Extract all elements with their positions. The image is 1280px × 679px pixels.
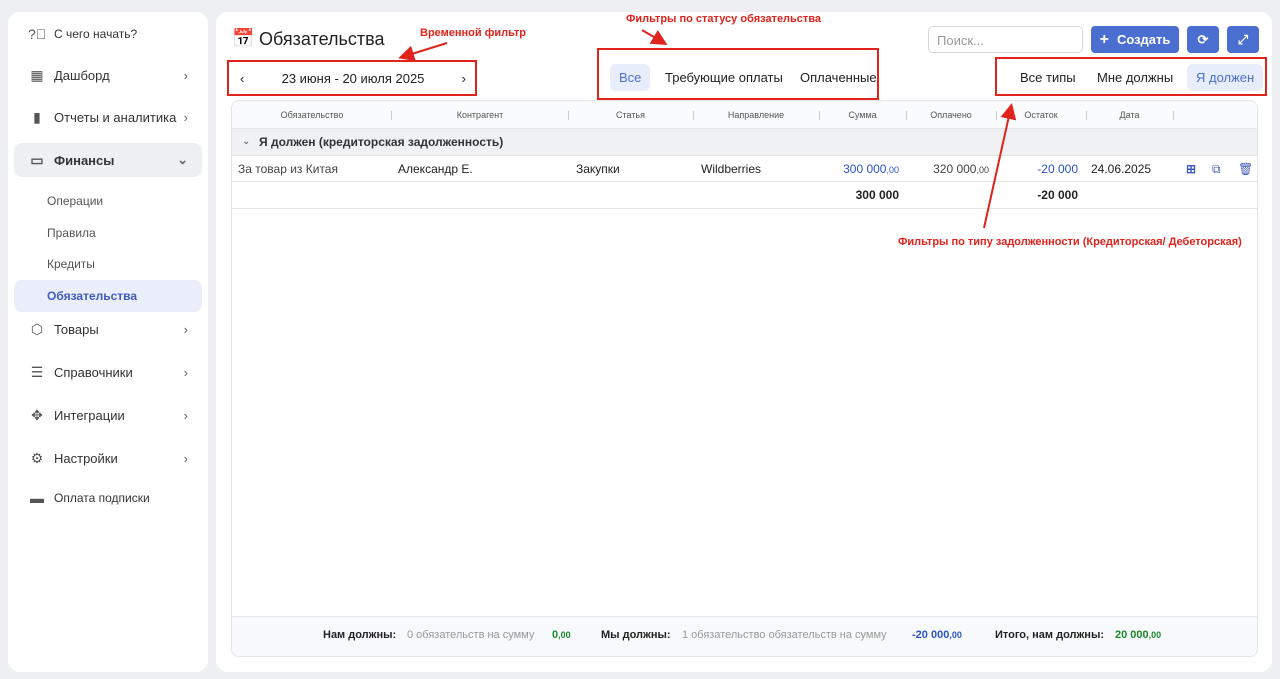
annotation-arrows <box>398 29 1017 229</box>
